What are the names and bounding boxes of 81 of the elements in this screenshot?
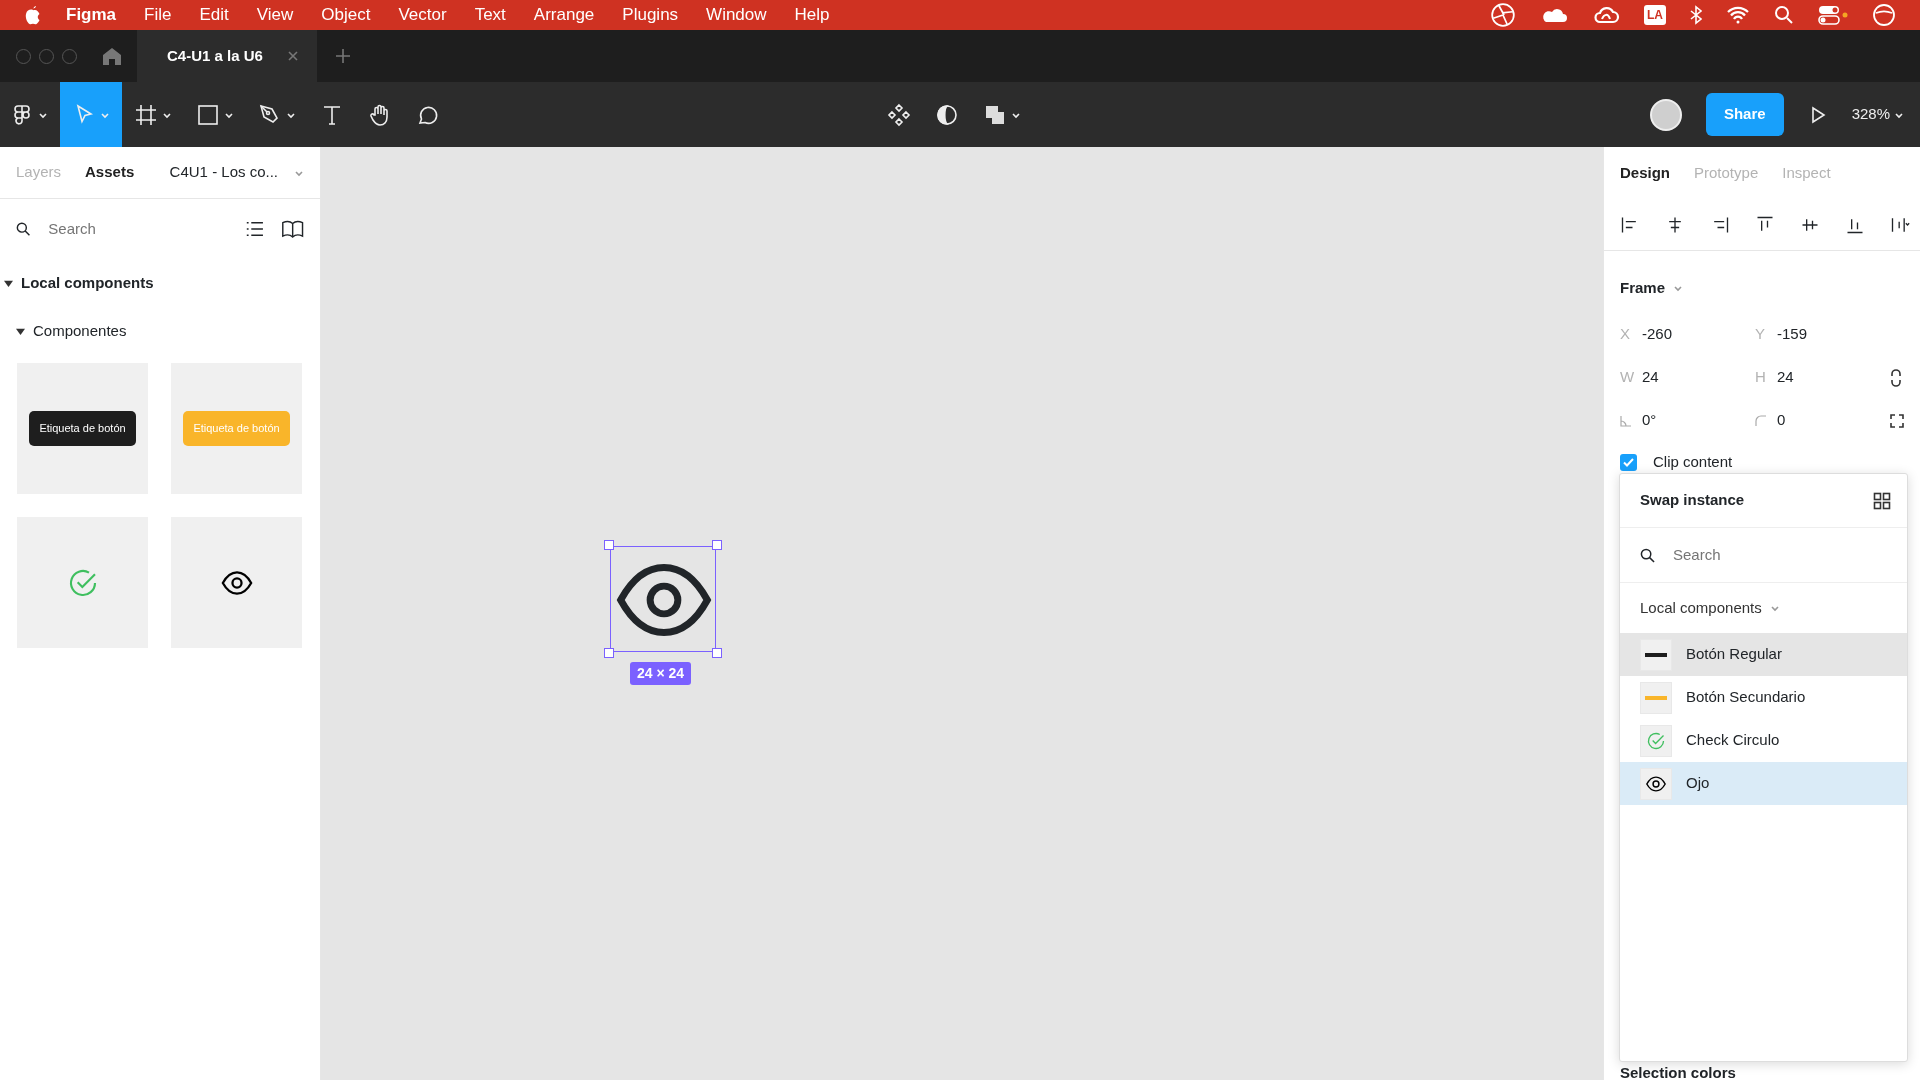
component-list-item[interactable]: Botón Regular: [1620, 633, 1907, 676]
menu-item[interactable]: Help: [794, 2, 830, 28]
button-label: Etiqueta de botón: [29, 411, 136, 446]
file-tab[interactable]: C4-U1 a la U6: [137, 30, 317, 82]
selection-frame[interactable]: [610, 546, 716, 652]
menu-item[interactable]: Arrange: [533, 2, 595, 28]
field-label: Y: [1755, 324, 1766, 345]
status-badge[interactable]: LA: [1644, 5, 1666, 25]
library-dropdown[interactable]: Local components: [1620, 583, 1907, 633]
search-icon: [1640, 547, 1655, 563]
menu-item[interactable]: View: [256, 2, 294, 28]
resize-handle[interactable]: [712, 540, 722, 550]
plus-icon[interactable]: [334, 48, 351, 64]
number-field[interactable]: 0: [1755, 399, 1890, 442]
menu-item[interactable]: File: [144, 2, 172, 28]
panel-tab[interactable]: Design: [1620, 161, 1670, 185]
component-diamonds-icon[interactable]: [887, 102, 911, 127]
constrain-proportions-icon[interactable]: [1890, 368, 1902, 387]
zoom-dropdown[interactable]: 328%: [1851, 103, 1904, 126]
menu-item[interactable]: Object: [321, 2, 371, 28]
half-circle-icon[interactable]: [935, 102, 959, 127]
field-label: X: [1620, 324, 1631, 345]
toggle-switches-icon[interactable]: [1818, 5, 1848, 25]
number-field[interactable]: X -260: [1620, 313, 1755, 356]
avatar-circle[interactable]: [1649, 98, 1682, 131]
section-header[interactable]: Local components: [0, 259, 320, 307]
component-list-item[interactable]: Ojo: [1620, 762, 1907, 805]
disclosure-triangle-icon: [16, 326, 25, 336]
disclosure-triangle-icon: [4, 278, 13, 288]
expand-corners-icon[interactable]: [1890, 413, 1904, 428]
component-list-item[interactable]: Check Circulo: [1620, 719, 1907, 762]
popup-title: Swap instance: [1640, 490, 1745, 511]
frame-type-dropdown[interactable]: Frame: [1604, 251, 1920, 313]
menu-item[interactable]: Text: [474, 2, 506, 28]
field-label: H: [1755, 367, 1767, 388]
component-thumbnail: [1640, 681, 1672, 714]
number-field[interactable]: Y -159: [1755, 313, 1890, 356]
component-list-item[interactable]: Botón Secundario: [1620, 676, 1907, 719]
number-field[interactable]: W 24: [1620, 356, 1755, 399]
section-title: Selection colors: [1619, 1062, 1737, 1080]
component-thumbnail[interactable]: Etiqueta de botón: [17, 363, 148, 494]
frame-grid-icon: [134, 102, 158, 127]
panel-tab[interactable]: Assets: [85, 161, 135, 184]
angle-icon: [1620, 414, 1632, 427]
caret-icon: [1769, 603, 1780, 613]
field-label: W: [1620, 367, 1636, 388]
section-header[interactable]: Componentes: [0, 307, 320, 355]
apple-logo-icon: [24, 5, 42, 25]
search-icon[interactable]: [1774, 5, 1794, 25]
book-icon[interactable]: [280, 218, 304, 240]
size-label: 24 × 24: [630, 662, 692, 685]
menu-item[interactable]: Window: [706, 2, 767, 28]
resize-handle[interactable]: [604, 648, 614, 658]
square-icon: [196, 102, 220, 127]
number-field[interactable]: 0°: [1620, 399, 1755, 442]
caret-icon: [1673, 283, 1684, 293]
search-icon: [16, 221, 31, 237]
number-field[interactable]: H 24: [1755, 356, 1890, 399]
checkmark-icon: [1623, 457, 1634, 467]
button-label: Etiqueta de botón: [183, 411, 290, 446]
library-dropdown[interactable]: C4U1 - Los co...: [169, 161, 304, 184]
list-view-icon[interactable]: [244, 219, 265, 239]
check-circle-icon: [1646, 730, 1666, 751]
component-thumbnail[interactable]: [171, 517, 302, 648]
checkbox-label[interactable]: Clip content: [1653, 450, 1733, 474]
corner-radius-icon: [1755, 414, 1767, 427]
resize-handle[interactable]: [712, 648, 722, 658]
home-icon[interactable]: [101, 46, 123, 66]
component-thumbnail[interactable]: [17, 517, 148, 648]
close-icon[interactable]: [286, 50, 299, 62]
checkbox[interactable]: [1620, 453, 1637, 471]
component-thumbnail: [1640, 638, 1672, 671]
bluetooth-icon[interactable]: [1690, 5, 1702, 25]
tab-title[interactable]: C4-U1 a la U6: [167, 44, 263, 68]
grid-view-icon[interactable]: [1873, 491, 1891, 510]
resize-handle[interactable]: [604, 540, 614, 550]
menu-item[interactable]: Edit: [199, 2, 229, 28]
wifi-icon[interactable]: [1726, 6, 1750, 24]
menu-item[interactable]: Vector: [398, 2, 447, 28]
app-name[interactable]: Figma: [66, 2, 117, 28]
menu-item[interactable]: Plugins: [622, 2, 679, 28]
